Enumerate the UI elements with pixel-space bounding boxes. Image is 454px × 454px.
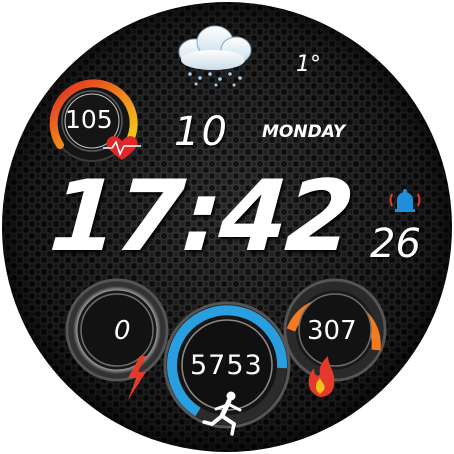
right-gauge-value: 307: [307, 316, 357, 346]
watch-face-screen: 1° 105 10 MONDAY 17:42 26 0 5753 307: [0, 0, 454, 454]
time-seconds: 26: [370, 221, 421, 267]
date-weekday: MONDAY: [262, 122, 346, 142]
center-gauge-value: 5753: [190, 350, 263, 381]
time-hours-minutes: 17:42: [46, 160, 356, 274]
left-gauge-value: 0: [114, 316, 131, 346]
date-day: 10: [174, 109, 229, 155]
weather-temperature: 1°: [296, 52, 321, 77]
alarm-bell-icon: [389, 189, 421, 212]
snow-cloud-icon: [178, 25, 252, 87]
heart-rate-value: 105: [65, 105, 113, 134]
